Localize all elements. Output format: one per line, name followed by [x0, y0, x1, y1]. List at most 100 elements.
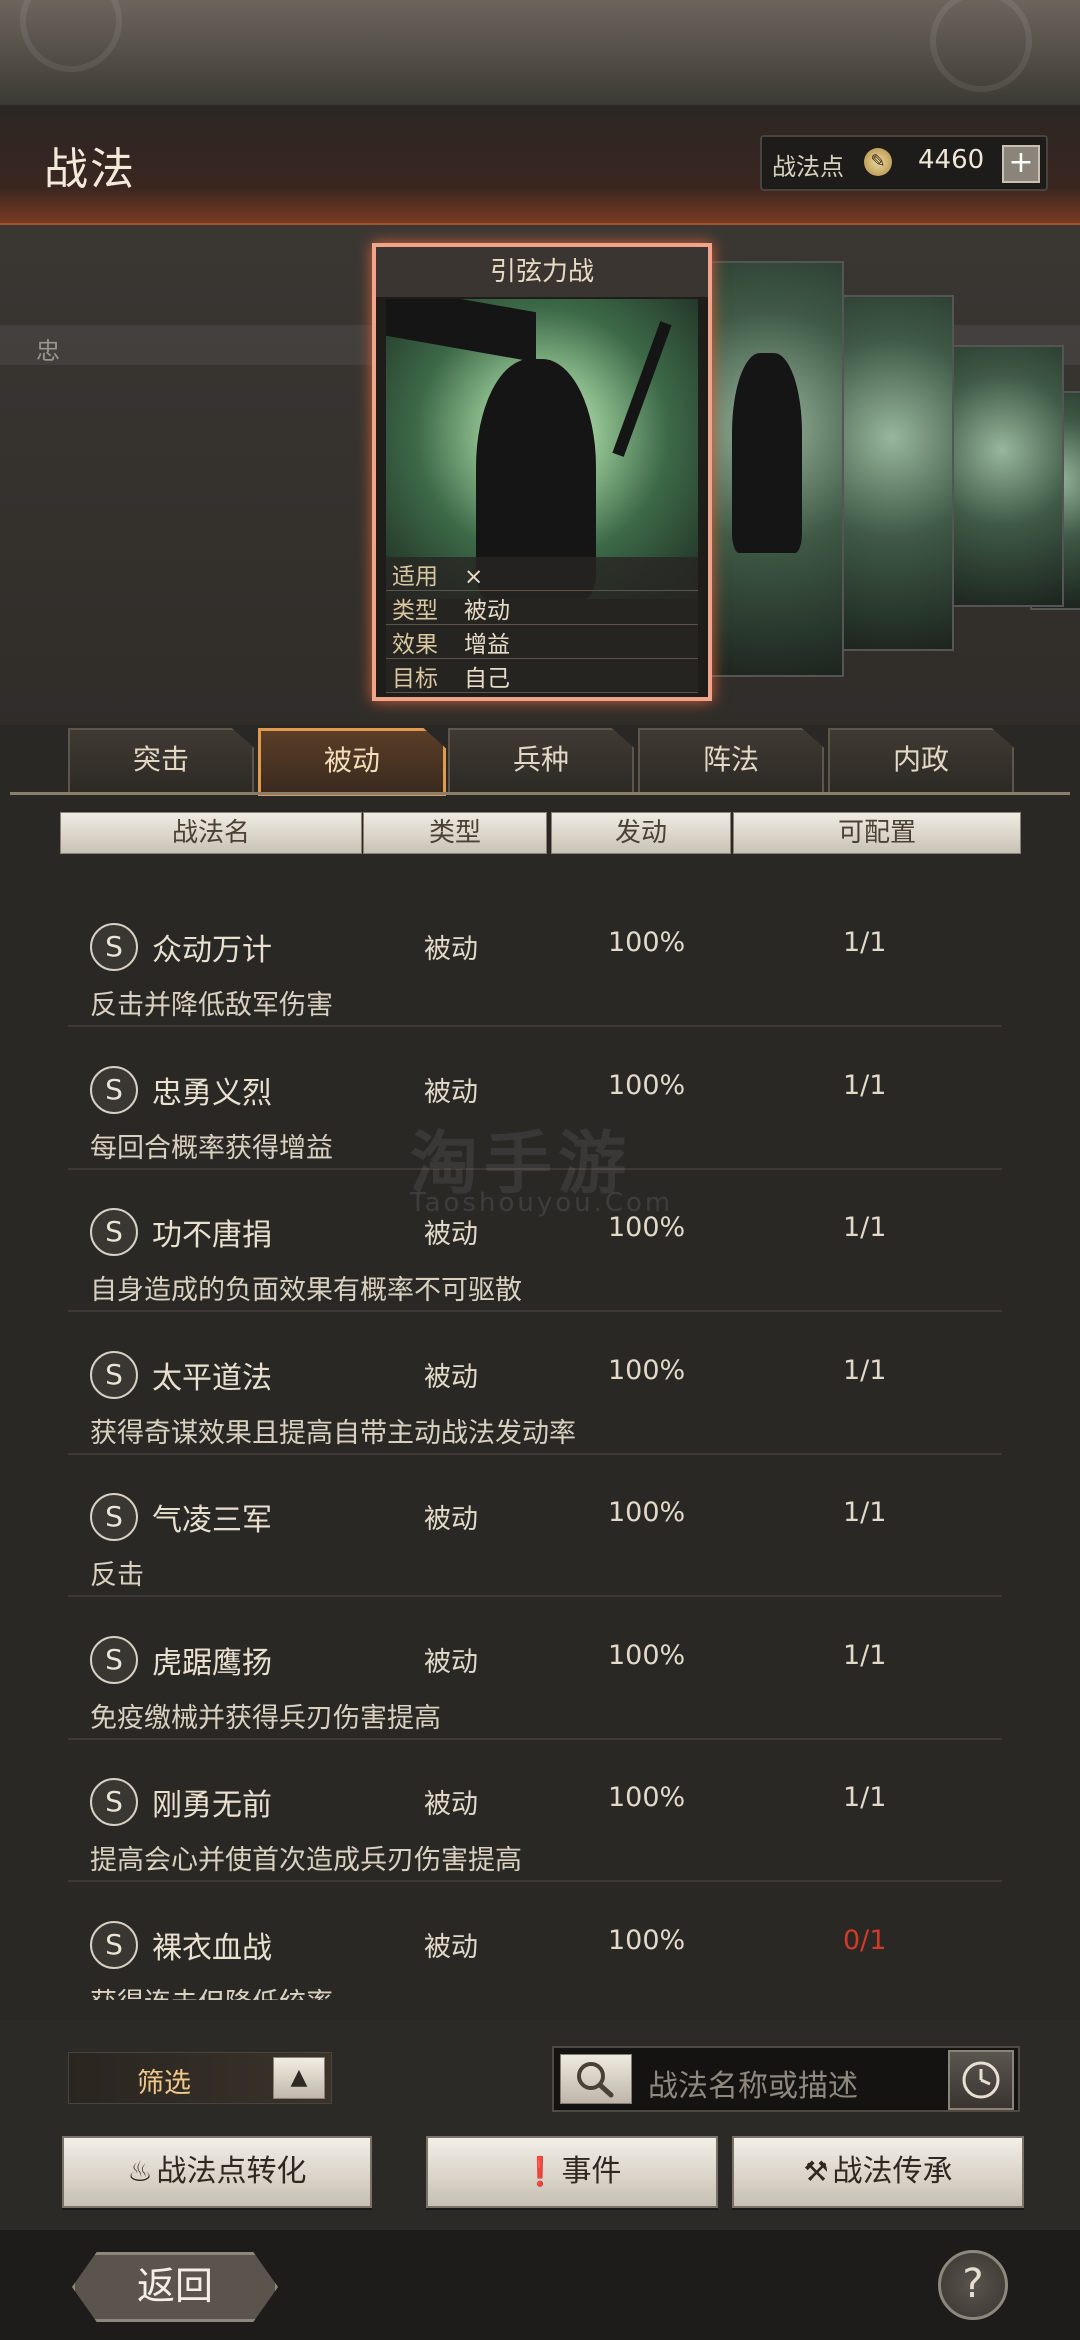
list-item[interactable]: S 虎踞鹰扬 被动 100% 1/1 免疫缴械并获得兵刃伤害提高 [68, 1608, 1002, 1740]
convert-points-button[interactable]: ♨ 战法点转化 [62, 2136, 372, 2208]
top-background [0, 0, 1080, 110]
tactic-list[interactable]: S 众动万计 被动 100% 1/1 反击并降低敌军伤害 S 忠勇义烈 被动 1… [68, 895, 1002, 2000]
card-showcase: 忠 引弦力战 适用 ⨯ 类型 被动 效果 增益 目标 自己 [0, 225, 1080, 725]
search-icon [577, 2062, 614, 2098]
list-item[interactable]: S 裸衣血战 被动 100% 0/1 获得连击但降低统率 [68, 1893, 1002, 2000]
convert-points-label: 战法点转化 [156, 2154, 307, 2189]
grade-badge: S [90, 1351, 138, 1399]
tactic-description: 自身造成的负面效果有概率不可驱散 [90, 1275, 522, 1306]
list-item[interactable]: S 气凌三军 被动 100% 1/1 反击 [68, 1465, 1002, 1597]
tactic-description: 提高会心并使首次造成兵刃伤害提高 [90, 1845, 522, 1876]
back-button[interactable]: 返回 [72, 2252, 278, 2322]
list-item[interactable]: S 太平道法 被动 100% 1/1 获得奇谋效果且提高自带主动战法发动率 [68, 1323, 1002, 1455]
card-artwork [386, 299, 698, 599]
tab-troop-type[interactable]: 兵种 [448, 728, 634, 794]
inherit-tactic-button[interactable]: ⚒ 战法传承 [732, 2136, 1024, 2208]
events-button[interactable]: ❗ 事件 [426, 2136, 718, 2208]
featured-tactic-card[interactable]: 引弦力战 适用 ⨯ 类型 被动 效果 增益 目标 自己 [372, 243, 712, 701]
config-count: 1/1 [843, 1640, 887, 1671]
tactic-category-tabs: 突击 被动 兵种 阵法 内政 [68, 728, 1014, 796]
add-points-button[interactable]: + [1002, 145, 1040, 183]
flame-icon: ♨ [127, 2155, 153, 2188]
column-header-type[interactable]: 类型 [363, 812, 547, 854]
grade-badge: S [90, 1493, 138, 1541]
filter-control: 筛选 ▲ [68, 2052, 332, 2104]
trigger-rate: 100% [608, 1925, 686, 1956]
footer-bar: 返回 ? [0, 2230, 1080, 2340]
tactic-type: 被动 [424, 1789, 478, 1820]
band-character: 忠 [36, 337, 60, 365]
tactic-description: 获得连击但降低统率 [90, 1981, 333, 2000]
tactic-type: 被动 [424, 934, 478, 965]
attr-value: 增益 [464, 632, 510, 658]
alert-icon: ❗ [522, 2155, 558, 2188]
list-item[interactable]: S 众动万计 被动 100% 1/1 反击并降低敌军伤害 [68, 895, 1002, 1027]
search-bar: 战法名称或描述 [552, 2046, 1020, 2112]
help-button[interactable]: ? [938, 2250, 1008, 2320]
cloud-ornament [930, 0, 1032, 92]
config-count: 1/1 [843, 1355, 887, 1386]
attr-key: 目标 [392, 666, 438, 692]
tactic-type: 被动 [424, 1932, 478, 1963]
tactic-name: 刚勇无前 [152, 1788, 272, 1823]
tactic-points-value: 4460 [918, 145, 985, 175]
column-header-trigger[interactable]: 发动 [551, 812, 731, 854]
tactic-description: 每回合概率获得增益 [90, 1133, 333, 1164]
tab-passive[interactable]: 被动 [258, 728, 446, 796]
tabs-divider [10, 792, 1070, 795]
tab-internal-affairs[interactable]: 内政 [828, 728, 1014, 794]
attr-value: 自己 [464, 666, 510, 692]
search-button[interactable] [560, 2054, 632, 2104]
trigger-rate: 100% [608, 1070, 686, 1101]
attr-key: 类型 [392, 598, 438, 624]
warrior-silhouette [732, 353, 802, 553]
tactic-name: 裸衣血战 [152, 1931, 272, 1966]
trigger-rate: 100% [608, 1640, 686, 1671]
tactic-points-label: 战法点 [772, 153, 844, 181]
trigger-rate: 100% [608, 1355, 686, 1386]
tactic-name: 功不唐捐 [152, 1218, 272, 1253]
tactic-description: 反击 [90, 1560, 144, 1591]
tactic-name: 太平道法 [152, 1361, 272, 1396]
hammer-icon: ⚒ [803, 2155, 829, 2188]
tactic-type: 被动 [424, 1077, 478, 1108]
flag-silhouette [386, 299, 536, 363]
filter-toggle-button[interactable]: ▲ [273, 2057, 325, 2099]
tab-formation[interactable]: 阵法 [638, 728, 824, 794]
trigger-rate: 100% [608, 1497, 686, 1528]
stacked-card[interactable] [830, 295, 954, 651]
config-count: 1/1 [843, 1782, 887, 1813]
list-item[interactable]: S 刚勇无前 被动 100% 1/1 提高会心并使首次造成兵刃伤害提高 [68, 1750, 1002, 1882]
config-count: 0/1 [843, 1925, 887, 1956]
tactic-points-box: 战法点 ✎ 4460 + [760, 135, 1048, 191]
tactic-name: 众动万计 [152, 933, 272, 968]
card-attributes: 适用 ⨯ 类型 被动 效果 增益 目标 自己 [386, 557, 698, 693]
bow-icon: ⨯ [464, 564, 484, 590]
tactic-name: 忠勇义烈 [152, 1076, 272, 1111]
page-title: 战法 [44, 144, 136, 195]
tactic-description: 免疫缴械并获得兵刃伤害提高 [90, 1703, 441, 1734]
card-attr-row: 适用 ⨯ [386, 557, 698, 591]
config-count: 1/1 [843, 1070, 887, 1101]
tactic-type: 被动 [424, 1362, 478, 1393]
inherit-tactic-label: 战法传承 [832, 2154, 953, 2189]
grade-badge: S [90, 1921, 138, 1969]
watermark-url: Taoshouyou.Com [410, 1188, 674, 1218]
clock-icon [962, 2061, 1000, 2099]
tab-assault[interactable]: 突击 [68, 728, 254, 794]
cloud-ornament [20, 0, 122, 72]
tactic-description: 反击并降低敌军伤害 [90, 990, 333, 1021]
grade-badge: S [90, 1066, 138, 1114]
sword-silhouette [612, 321, 672, 457]
stacked-card[interactable] [690, 261, 844, 677]
tactic-type: 被动 [424, 1504, 478, 1535]
trigger-rate: 100% [608, 1782, 686, 1813]
column-header-configurable[interactable]: 可配置 [733, 812, 1021, 854]
search-input[interactable]: 战法名称或描述 [648, 2061, 858, 2105]
column-header-name[interactable]: 战法名 [60, 812, 362, 854]
tactic-point-coin-icon: ✎ [864, 148, 892, 176]
stacked-card[interactable] [940, 345, 1064, 607]
card-title: 引弦力战 [376, 247, 708, 297]
history-button[interactable] [948, 2050, 1014, 2110]
card-attr-row: 类型 被动 [386, 591, 698, 625]
